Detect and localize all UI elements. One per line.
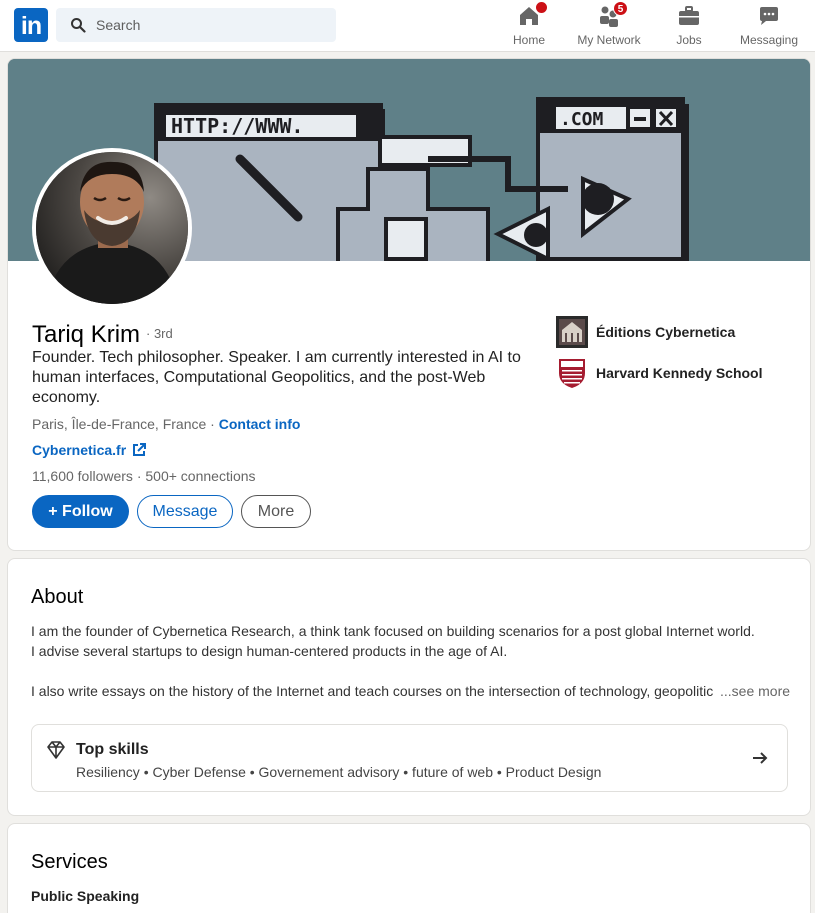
profile-name: Tariq Krim: [32, 321, 141, 348]
profile-location: Paris, Île-de-France, France: [32, 416, 207, 432]
see-more-link[interactable]: ...see more: [714, 683, 791, 699]
service-item[interactable]: Public Speaking: [31, 888, 139, 904]
contact-info-link[interactable]: Contact info: [219, 416, 301, 432]
org-name: Éditions Cybernetica: [596, 324, 736, 340]
nav-jobs-label: Jobs: [676, 33, 702, 47]
website-label: Cybernetica.fr: [32, 442, 127, 458]
diamond-icon: [47, 741, 65, 759]
profile-photo[interactable]: [32, 148, 192, 308]
linkedin-logo[interactable]: in: [14, 8, 48, 42]
search-icon: [71, 18, 86, 33]
notification-dot: [535, 1, 548, 14]
connections-count[interactable]: 500+ connections: [145, 468, 255, 484]
external-link-icon: [133, 443, 147, 456]
nav-my-network-label: My Network: [577, 33, 641, 47]
connection-degree: · 3rd: [146, 326, 173, 341]
arrow-right-icon[interactable]: [751, 749, 769, 767]
about-line-1: I am the founder of Cybernetica Research…: [31, 623, 755, 639]
nav-home[interactable]: Home: [507, 1, 551, 48]
about-line-3: I also write essays on the history of th…: [31, 683, 714, 699]
followers-count[interactable]: 11,600 followers: [32, 468, 133, 484]
about-title: About: [31, 586, 84, 608]
profile-location-row: Paris, Île-de-France, France · Contact i…: [32, 416, 300, 432]
search-bar[interactable]: [56, 8, 336, 42]
services-card: Services Public Speaking: [7, 823, 811, 913]
nav-home-label: Home: [512, 33, 545, 47]
briefcase-icon: [677, 4, 701, 28]
banner-com-text: .COM: [560, 109, 604, 130]
top-nav: in Home 5 My Network: [0, 0, 815, 52]
home-icon: [517, 1, 548, 28]
profile-stats: 11,600 followers · 500+ connections: [32, 468, 256, 484]
profile-headline: Founder. Tech philosopher. Speaker. I am…: [32, 349, 521, 406]
org-editions-cybernetica[interactable]: Éditions Cybernetica: [556, 316, 735, 348]
nav-messaging[interactable]: Messaging: [737, 4, 801, 48]
org-name: Harvard Kennedy School: [596, 365, 763, 381]
message-button[interactable]: Message: [137, 495, 233, 528]
network-badge: 5: [613, 1, 628, 16]
website-link[interactable]: Cybernetica.fr: [32, 442, 147, 458]
follow-button[interactable]: + Follow: [32, 495, 129, 528]
about-line-2: I advise several startups to design huma…: [31, 643, 508, 659]
banner-url-text: HTTP://WWW.: [171, 114, 303, 138]
harvard-shield-logo: [559, 359, 585, 388]
top-skills-title: Top skills: [76, 741, 149, 758]
more-button[interactable]: More: [241, 495, 311, 528]
profile-card: HTTP://WWW. .COM Tariq Krim · 3rd Founde…: [7, 58, 811, 551]
search-input[interactable]: [96, 8, 326, 42]
nav-messaging-label: Messaging: [739, 33, 799, 47]
editions-cybernetica-logo: [556, 316, 588, 348]
network-icon: 5: [597, 1, 628, 28]
about-card: About I am the founder of Cybernetica Re…: [7, 558, 811, 816]
services-title: Services: [31, 851, 108, 873]
profile-photo-image: [36, 152, 188, 304]
location-separator: ·: [206, 416, 219, 432]
nav-jobs[interactable]: Jobs: [668, 4, 710, 48]
nav-my-network[interactable]: 5 My Network: [573, 1, 645, 48]
org-harvard-kennedy-school[interactable]: Harvard Kennedy School: [556, 357, 763, 389]
top-skills-box[interactable]: Top skills Resiliency • Cyber Defense • …: [31, 724, 788, 792]
chat-icon: [757, 4, 781, 28]
top-skills-list: Resiliency • Cyber Defense • Governement…: [76, 764, 602, 780]
